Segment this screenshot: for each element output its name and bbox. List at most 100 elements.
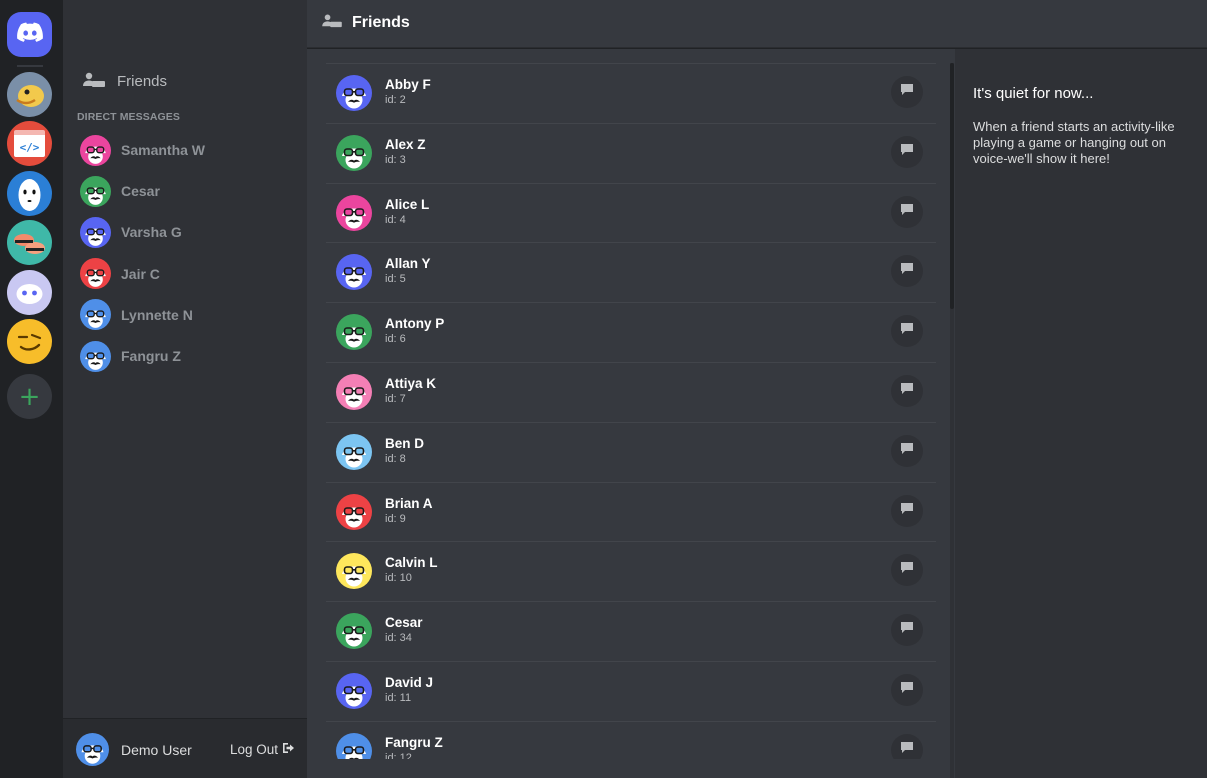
message-button[interactable] xyxy=(891,135,923,168)
discord-app: </> + Friends DIRECT MESSAGES Samantha W… xyxy=(0,0,1207,778)
avatar xyxy=(80,340,111,372)
friend-id: id: 5 xyxy=(385,273,406,286)
home-button[interactable] xyxy=(7,12,52,57)
logout-label: Log Out xyxy=(230,742,279,757)
message-button[interactable] xyxy=(891,674,923,706)
dm-sidebar: Friends DIRECT MESSAGES Samantha W Cesar V… xyxy=(63,0,307,778)
dm-item[interactable]: Varsha G xyxy=(80,216,290,248)
avatar xyxy=(336,314,372,351)
dm-item[interactable]: Cesar xyxy=(80,175,290,207)
discord-logo-icon xyxy=(16,22,43,47)
message-button[interactable] xyxy=(891,733,923,759)
friend-id: id: 2 xyxy=(385,94,406,106)
avatar xyxy=(80,216,111,248)
dm-name: Jair C xyxy=(121,265,160,282)
friend-name: Cesar xyxy=(385,615,423,631)
message-button[interactable] xyxy=(891,554,923,587)
avatar xyxy=(336,732,372,759)
friends-list: Abby F id: 2 Alex Zid: 3 Alice Lid: 4 Allan … xyxy=(326,63,936,759)
message-button[interactable] xyxy=(891,614,923,647)
dm-name: Cesar xyxy=(121,183,160,200)
friend-id: id: 10 xyxy=(385,572,412,585)
friend-row[interactable]: David J id: 11 xyxy=(326,661,936,721)
message-button[interactable] xyxy=(891,375,923,407)
message-button[interactable] xyxy=(891,315,923,348)
activity-panel: It's quiet for now... When a friend star… xyxy=(955,49,1207,778)
avatar xyxy=(336,134,372,171)
chat-bubble-icon xyxy=(900,322,914,340)
server-sushi-icon[interactable] xyxy=(7,220,52,265)
friend-row[interactable]: Fangru Zid: 12 xyxy=(326,720,936,759)
dm-item[interactable]: Samantha W xyxy=(80,134,290,166)
dm-name: Samantha W xyxy=(121,142,206,158)
friend-name: Ben D xyxy=(385,435,425,451)
friend-name: Brian A xyxy=(385,495,433,511)
server-code-icon[interactable]: </> xyxy=(7,121,52,166)
friend-id: id: 9 xyxy=(385,512,406,525)
friend-row[interactable]: Allan Yid: 5 xyxy=(326,242,936,302)
page-title-text: Friends xyxy=(352,13,410,31)
message-button[interactable] xyxy=(891,195,923,228)
avatar xyxy=(336,374,372,410)
direct-messages-header: DIRECT MESSAGES xyxy=(77,111,181,123)
friends-panel: Abby F id: 2 Alex Zid: 3 Alice Lid: 4 Allan … xyxy=(307,49,955,778)
logout-button[interactable]: Log Out xyxy=(230,742,295,757)
chat-bubble-icon xyxy=(900,502,914,520)
dm-item[interactable]: Lynnette N xyxy=(80,299,290,331)
dm-item[interactable]: Fangru Z xyxy=(80,340,290,372)
friend-row[interactable]: Attiya K id: 7 xyxy=(326,362,936,422)
server-rail: </> + xyxy=(0,0,63,778)
server-discord-blob-icon[interactable] xyxy=(7,270,52,315)
svg-text:</>: </> xyxy=(20,141,40,154)
avatar xyxy=(336,254,372,291)
server-duck-icon[interactable] xyxy=(7,72,52,117)
avatar xyxy=(336,433,372,470)
friends-icon xyxy=(322,12,342,33)
avatar xyxy=(80,175,111,207)
activity-heading: It's quiet for now... xyxy=(973,85,1094,102)
avatar xyxy=(336,673,372,709)
logout-icon xyxy=(282,742,295,757)
friend-id: id: 8 xyxy=(385,452,406,465)
friend-row[interactable]: Ben Did: 8 xyxy=(326,421,936,482)
scrollbar-thumb[interactable] xyxy=(950,63,954,309)
friends-icon xyxy=(83,70,105,92)
avatar xyxy=(336,493,372,530)
dm-item[interactable]: Jair C xyxy=(80,258,290,290)
friend-row[interactable]: Alice Lid: 4 xyxy=(326,182,936,243)
add-server-button[interactable]: + xyxy=(7,374,52,419)
current-user: Demo User xyxy=(76,733,192,766)
message-button[interactable] xyxy=(891,494,923,527)
message-button[interactable] xyxy=(891,255,923,288)
friend-name: Alex Z xyxy=(385,136,426,152)
chat-bubble-icon xyxy=(900,382,914,400)
avatar xyxy=(80,258,111,290)
page-title: Friends xyxy=(322,12,410,33)
message-button[interactable] xyxy=(891,76,923,108)
rail-separator xyxy=(17,65,43,67)
chat-bubble-icon xyxy=(900,561,914,579)
message-button[interactable] xyxy=(891,434,923,467)
friend-row[interactable]: Alex Zid: 3 xyxy=(326,122,936,183)
friend-id: id: 6 xyxy=(385,333,406,346)
sidebar-item-friends[interactable]: Friends xyxy=(83,68,167,94)
chat-bubble-icon xyxy=(900,442,914,460)
avatar xyxy=(336,613,372,650)
current-user-name: Demo User xyxy=(121,741,192,758)
friend-name: Alice L xyxy=(385,196,430,212)
friend-name: Abby F xyxy=(385,77,431,92)
server-emoji-icon[interactable] xyxy=(7,319,52,364)
friend-row[interactable]: Cesar id: 34 xyxy=(326,601,936,661)
friend-row[interactable]: Brian Aid: 9 xyxy=(326,481,936,542)
chat-bubble-icon xyxy=(900,203,914,221)
avatar xyxy=(76,733,109,766)
friend-row[interactable]: Calvin Lid: 10 xyxy=(326,541,936,601)
friend-id: id: 11 xyxy=(385,692,412,704)
server-noface-icon[interactable] xyxy=(7,171,52,216)
friend-row[interactable]: Abby F id: 2 xyxy=(326,63,936,123)
chat-bubble-icon xyxy=(900,741,914,759)
dm-name: Varsha G xyxy=(121,224,182,241)
chat-bubble-icon xyxy=(900,621,914,639)
friend-name: David J xyxy=(385,675,434,690)
friend-row[interactable]: Antony Pid: 6 xyxy=(326,302,936,362)
